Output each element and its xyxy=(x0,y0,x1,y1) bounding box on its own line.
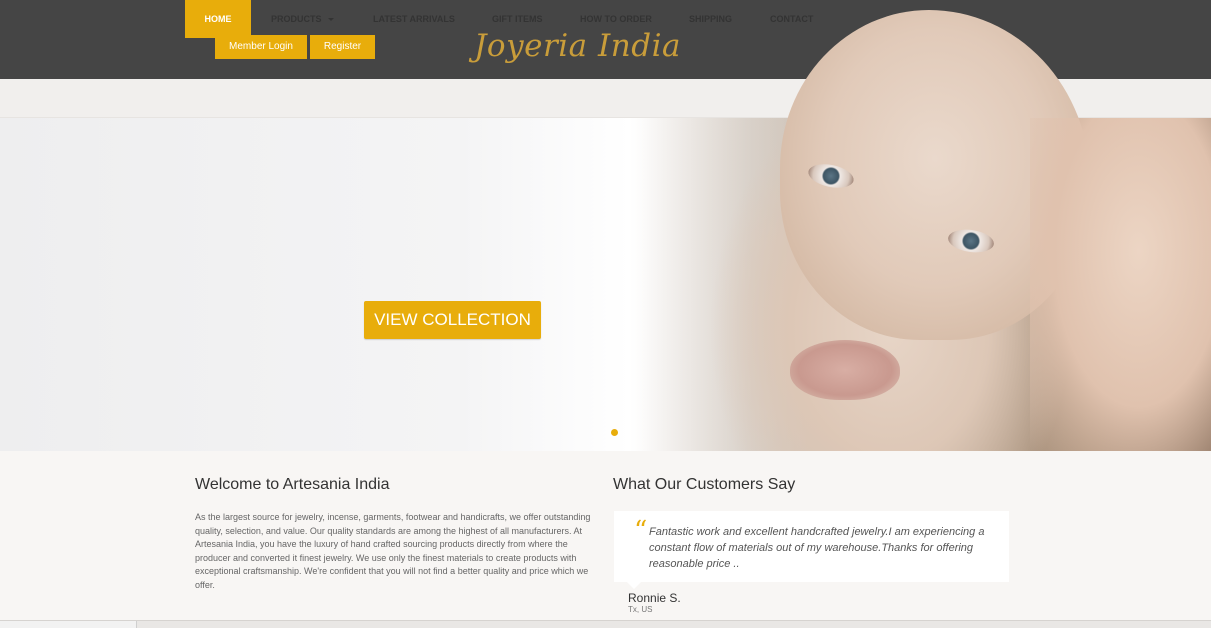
welcome-title: Welcome to Artesania India xyxy=(195,476,390,493)
quote-icon: “ xyxy=(634,516,648,546)
chevron-down-icon xyxy=(327,18,334,22)
register-button[interactable]: Register xyxy=(310,35,375,59)
nav-shipping[interactable]: SHIPPING xyxy=(689,0,732,38)
nav-how-to-order[interactable]: HOW TO ORDER xyxy=(580,0,652,38)
view-collection-button[interactable]: VIEW COLLECTION xyxy=(364,301,541,339)
nav-home[interactable]: HOME xyxy=(185,0,251,38)
slider-dot-active[interactable] xyxy=(611,429,618,436)
nav-latest-arrivals[interactable]: LATEST ARRIVALS xyxy=(373,0,455,38)
testimonials-title: What Our Customers Say xyxy=(613,476,796,493)
testimonial-quote: Fantastic work and excellent handcrafted… xyxy=(649,526,985,570)
nav-products[interactable]: PRODUCTS xyxy=(271,0,334,38)
horizontal-scrollbar[interactable] xyxy=(0,620,1211,628)
hero-image-lips xyxy=(790,340,900,400)
hero-image-hand xyxy=(1030,118,1211,451)
nav-gift-items[interactable]: GIFT ITEMS xyxy=(492,0,543,38)
testimonial-author: Ronnie S. xyxy=(628,591,681,605)
content-section xyxy=(0,451,1211,628)
welcome-text: As the largest source for jewelry, incen… xyxy=(195,512,591,590)
nav-contact[interactable]: CONTACT xyxy=(770,0,813,38)
testimonial-pointer xyxy=(627,582,641,589)
nav-products-label: PRODUCTS xyxy=(271,14,322,24)
testimonial-location: Tx, US xyxy=(628,605,653,614)
scrollbar-thumb[interactable] xyxy=(0,621,137,628)
member-login-button[interactable]: Member Login xyxy=(215,35,307,59)
